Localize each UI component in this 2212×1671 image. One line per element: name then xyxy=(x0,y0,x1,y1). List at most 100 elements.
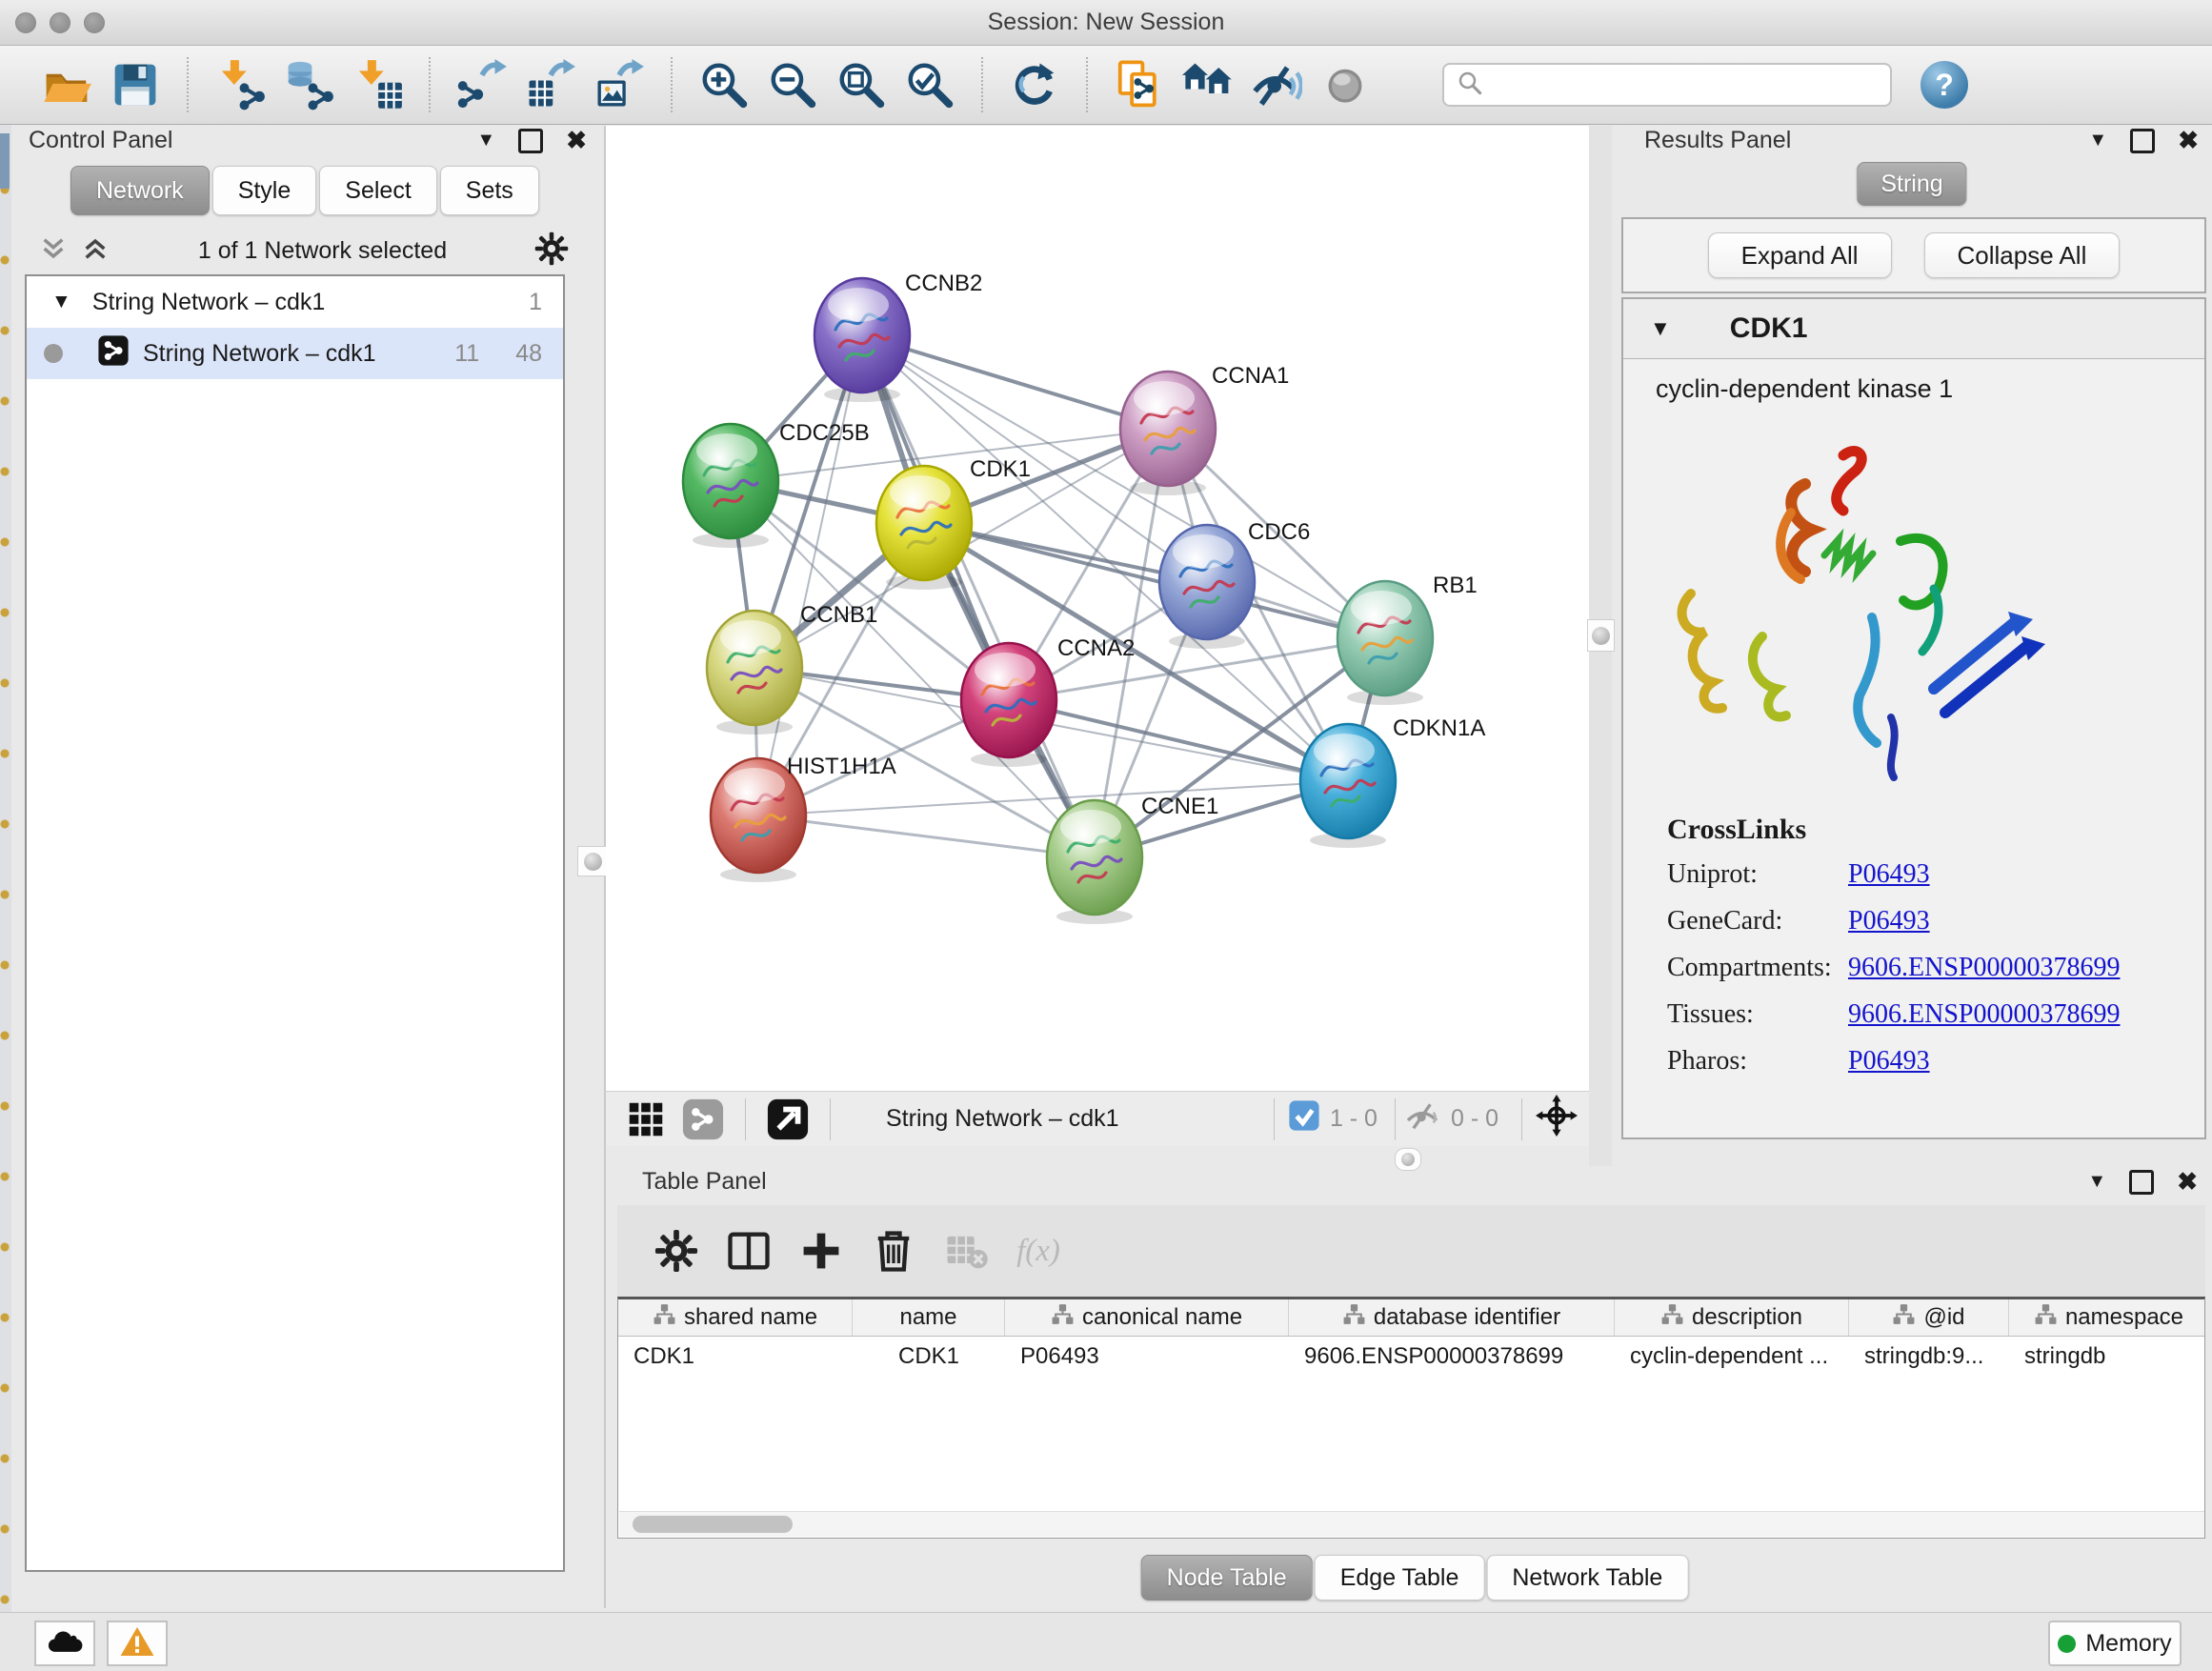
open-session-icon[interactable] xyxy=(37,55,96,114)
panel-maximize-icon[interactable] xyxy=(518,129,543,153)
left-splitter-handle[interactable] xyxy=(577,846,608,876)
save-session-icon[interactable] xyxy=(106,55,165,114)
export-image-icon[interactable] xyxy=(590,55,649,114)
grid-view-icon[interactable] xyxy=(622,1096,670,1143)
tab-node-table[interactable]: Node Table xyxy=(1141,1555,1313,1601)
expand-all-button[interactable]: Expand All xyxy=(1708,232,1892,278)
expand-all-networks-icon[interactable] xyxy=(80,233,111,269)
network-node[interactable] xyxy=(683,424,778,548)
column-type-icon xyxy=(1892,1302,1916,1333)
tab-string[interactable]: String xyxy=(1857,162,1966,206)
import-table-file-icon[interactable] xyxy=(348,55,407,114)
collection-disclosure-icon[interactable]: ▼ xyxy=(51,291,71,313)
crosslink-row: Uniprot:P06493 xyxy=(1667,859,2120,890)
toolbar-separator xyxy=(1086,57,1088,112)
network-node[interactable] xyxy=(1337,581,1433,705)
tab-sets[interactable]: Sets xyxy=(440,166,539,215)
column-header-description[interactable]: description xyxy=(1615,1299,1849,1336)
node-table[interactable]: shared namenamecanonical namedatabase id… xyxy=(617,1297,2205,1539)
warning-button[interactable] xyxy=(107,1621,168,1666)
export-network-icon[interactable] xyxy=(452,55,512,114)
table-cell[interactable]: CDK1 xyxy=(618,1337,853,1377)
string-home-icon[interactable] xyxy=(1178,55,1237,114)
selected-checkbox-icon[interactable] xyxy=(1288,1099,1320,1138)
import-network-file-icon[interactable] xyxy=(211,55,270,114)
panel-close-icon[interactable]: ✖ xyxy=(566,126,587,155)
table-settings-gear-icon[interactable] xyxy=(649,1223,704,1278)
network-node[interactable] xyxy=(1300,724,1396,848)
tab-select[interactable]: Select xyxy=(319,166,436,215)
column-header-database-identifier[interactable]: database identifier xyxy=(1289,1299,1615,1336)
table-cell[interactable]: stringdb:9... xyxy=(1849,1337,2009,1377)
network-node[interactable] xyxy=(707,611,802,735)
network-node[interactable] xyxy=(961,643,1056,767)
table-cell[interactable]: stringdb xyxy=(2009,1337,2205,1377)
crosslink-link[interactable]: 9606.ENSP00000378699 xyxy=(1848,953,2120,983)
panel-maximize-icon[interactable] xyxy=(2129,1170,2154,1195)
table-cell[interactable]: 9606.ENSP00000378699 xyxy=(1289,1337,1615,1377)
panel-close-icon[interactable]: ✖ xyxy=(2177,1167,2198,1197)
clone-network-icon[interactable] xyxy=(1110,55,1169,114)
zoom-selected-icon[interactable] xyxy=(900,55,959,114)
status-bar: Memory xyxy=(0,1612,2212,1671)
memory-button[interactable]: Memory xyxy=(2048,1621,2182,1666)
apply-preferred-layout-icon[interactable] xyxy=(1005,55,1064,114)
zoom-fit-content-icon[interactable] xyxy=(832,55,891,114)
network-row-selected[interactable]: String Network – cdk1 11 48 xyxy=(27,328,563,379)
share-network-icon[interactable] xyxy=(679,1096,727,1143)
scrollbar-thumb[interactable] xyxy=(633,1516,793,1533)
network-canvas[interactable]: CCNB2 CCNA1 CDC25B xyxy=(606,126,1589,1091)
table-cell[interactable]: P06493 xyxy=(1005,1337,1289,1377)
network-node[interactable] xyxy=(1120,372,1216,495)
crosslink-link[interactable]: P06493 xyxy=(1848,906,1930,936)
function-builder-icon: f(x) xyxy=(1011,1223,1066,1278)
network-collection-row[interactable]: ▼ String Network – cdk1 1 xyxy=(27,276,563,328)
network-options-gear-icon[interactable] xyxy=(534,232,569,271)
table-row[interactable]: CDK1CDK1P064939606.ENSP00000378699cyclin… xyxy=(618,1337,2204,1377)
network-node[interactable] xyxy=(1047,800,1142,924)
table-cell[interactable]: CDK1 xyxy=(853,1337,1005,1377)
move-crosshair-icon[interactable] xyxy=(1536,1095,1578,1143)
string-labels-icon[interactable] xyxy=(1316,55,1375,114)
search-field[interactable] xyxy=(1442,63,1892,107)
export-table-icon[interactable] xyxy=(521,55,580,114)
search-input[interactable] xyxy=(1484,70,1879,99)
column-header-canonical-name[interactable]: canonical name xyxy=(1005,1299,1289,1336)
collapse-all-button[interactable]: Collapse All xyxy=(1924,232,2121,278)
tab-style[interactable]: Style xyxy=(212,166,317,215)
right-splitter-handle[interactable] xyxy=(1587,619,1615,652)
collapse-all-networks-icon[interactable] xyxy=(38,233,69,269)
panel-float-icon[interactable]: ▼ xyxy=(476,130,495,151)
zoom-in-icon[interactable] xyxy=(694,55,754,114)
network-node[interactable] xyxy=(814,278,910,402)
tab-network-table[interactable]: Network Table xyxy=(1486,1555,1688,1601)
show-columns-icon[interactable] xyxy=(721,1223,776,1278)
gene-header-row[interactable]: ▼ CDK1 xyxy=(1623,299,2204,359)
table-cell[interactable]: cyclin-dependent ... xyxy=(1615,1337,1849,1377)
crosslink-link[interactable]: P06493 xyxy=(1848,859,1930,890)
birdseye-view-icon[interactable] xyxy=(764,1096,812,1143)
panel-float-icon[interactable]: ▼ xyxy=(2087,1171,2106,1193)
tab-edge-table[interactable]: Edge Table xyxy=(1315,1555,1485,1601)
import-network-database-icon[interactable] xyxy=(279,55,338,114)
panel-close-icon[interactable]: ✖ xyxy=(2178,126,2199,155)
add-column-icon[interactable] xyxy=(794,1223,849,1278)
horizontal-scrollbar[interactable] xyxy=(619,1511,2205,1537)
hidden-eye-icon[interactable] xyxy=(1403,1099,1441,1138)
cloud-button[interactable] xyxy=(34,1621,95,1666)
help-button[interactable]: ? xyxy=(1920,61,1968,109)
tab-network[interactable]: Network xyxy=(70,166,210,215)
glass-ball-effect-icon[interactable] xyxy=(1247,55,1306,114)
gene-disclosure-icon[interactable]: ▼ xyxy=(1650,316,1671,341)
panel-maximize-icon[interactable] xyxy=(2130,129,2155,153)
zoom-out-icon[interactable] xyxy=(763,55,822,114)
panel-float-icon[interactable]: ▼ xyxy=(2088,130,2107,151)
column-header-shared-name[interactable]: shared name xyxy=(618,1299,853,1336)
column-header-name[interactable]: name xyxy=(853,1299,1005,1336)
crosslink-link[interactable]: 9606.ENSP00000378699 xyxy=(1848,999,2120,1030)
delete-column-icon[interactable] xyxy=(866,1223,921,1278)
column-header-@id[interactable]: @id xyxy=(1849,1299,2009,1336)
control-panel: Control Panel ▼ ✖ NetworkStyleSelectSets… xyxy=(11,126,604,1608)
crosslink-link[interactable]: P06493 xyxy=(1848,1046,1930,1077)
column-header-namespace[interactable]: namespace xyxy=(2009,1299,2205,1336)
